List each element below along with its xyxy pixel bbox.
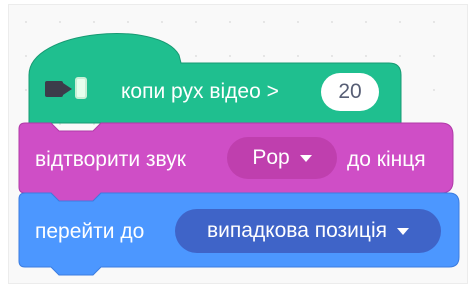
sound-dropdown-value: Pop bbox=[252, 146, 290, 169]
video-sensing-icon bbox=[45, 81, 63, 97]
extension-icon bbox=[75, 77, 87, 99]
hat-block-label: копи рух відео > bbox=[121, 80, 279, 103]
script-canvas: копи рух відео > 20 відтворити звук Pop … bbox=[8, 4, 468, 284]
goto-block-label: перейти до bbox=[35, 220, 145, 243]
sound-dropdown[interactable]: Pop bbox=[227, 137, 337, 179]
sound-block-label: відтворити звук bbox=[35, 148, 186, 171]
motion-threshold-input[interactable]: 20 bbox=[321, 73, 379, 111]
chevron-down-icon bbox=[299, 154, 312, 162]
position-dropdown-value: випадкова позиція bbox=[207, 219, 387, 242]
chevron-down-icon bbox=[396, 227, 409, 235]
position-dropdown[interactable]: випадкова позиція bbox=[175, 209, 441, 253]
sound-block-suffix: до кінця bbox=[347, 148, 426, 171]
